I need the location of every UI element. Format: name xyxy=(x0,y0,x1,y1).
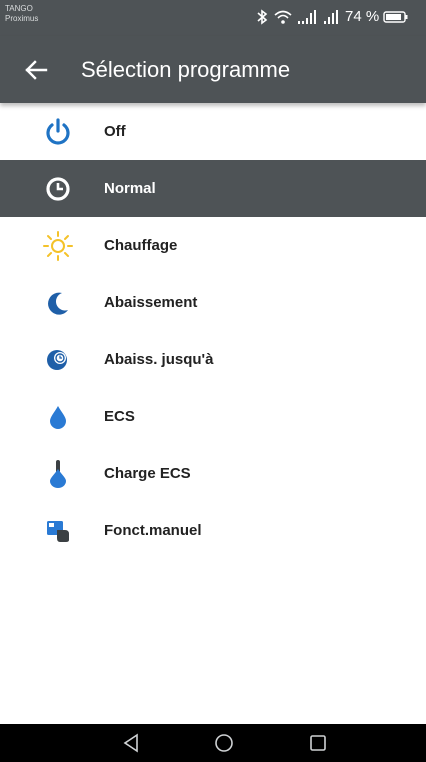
program-item-normal[interactable]: Normal xyxy=(0,160,426,217)
status-icons: 74 % xyxy=(255,8,409,25)
program-item-abaiss-jusqua[interactable]: Abaiss. jusqu'à xyxy=(0,331,426,388)
bluetooth-icon xyxy=(255,8,269,25)
thermometer-drop-icon xyxy=(41,457,75,491)
navigation-bar xyxy=(0,724,426,762)
status-bar: TANGO Proximus 74 % xyxy=(0,0,426,36)
moon-clock-icon xyxy=(41,343,75,377)
program-item-chauffage[interactable]: Chauffage xyxy=(0,217,426,274)
battery-icon xyxy=(383,10,409,24)
program-label: Chauffage xyxy=(104,237,178,254)
power-icon xyxy=(41,115,75,149)
wifi-icon xyxy=(273,9,293,25)
clock-icon xyxy=(41,172,75,206)
app-bar: Sélection programme xyxy=(0,36,426,103)
program-label: Charge ECS xyxy=(104,465,191,482)
signal-icon-2 xyxy=(323,9,341,25)
program-item-fonct-manuel[interactable]: Fonct.manuel xyxy=(0,502,426,559)
sun-icon xyxy=(41,229,75,263)
back-arrow-icon[interactable] xyxy=(22,56,50,84)
program-label: Abaissement xyxy=(104,294,198,311)
program-label: ECS xyxy=(104,408,135,425)
page-title: Sélection programme xyxy=(81,57,291,82)
recents-square-icon[interactable] xyxy=(306,731,330,755)
signal-icon-1 xyxy=(297,9,319,25)
program-label: Off xyxy=(104,123,126,140)
home-circle-icon[interactable] xyxy=(212,731,236,755)
carrier-name: TANGO Proximus xyxy=(5,4,38,24)
carrier-line-1: TANGO xyxy=(5,4,33,13)
program-label: Fonct.manuel xyxy=(104,522,202,539)
program-label: Normal xyxy=(104,180,156,197)
manual-hand-icon xyxy=(41,514,75,548)
program-item-abaissement[interactable]: Abaissement xyxy=(0,274,426,331)
program-item-ecs[interactable]: ECS xyxy=(0,388,426,445)
program-item-charge-ecs[interactable]: Charge ECS xyxy=(0,445,426,502)
battery-percent: 74 % xyxy=(345,8,380,25)
program-list: Off Normal Chauffage Abaissement Abaiss.… xyxy=(0,103,426,559)
carrier-line-2: Proximus xyxy=(5,14,39,23)
program-item-off[interactable]: Off xyxy=(0,103,426,160)
water-drop-icon xyxy=(41,400,75,434)
moon-icon xyxy=(41,286,75,320)
back-triangle-icon[interactable] xyxy=(120,731,144,755)
program-label: Abaiss. jusqu'à xyxy=(104,351,214,368)
